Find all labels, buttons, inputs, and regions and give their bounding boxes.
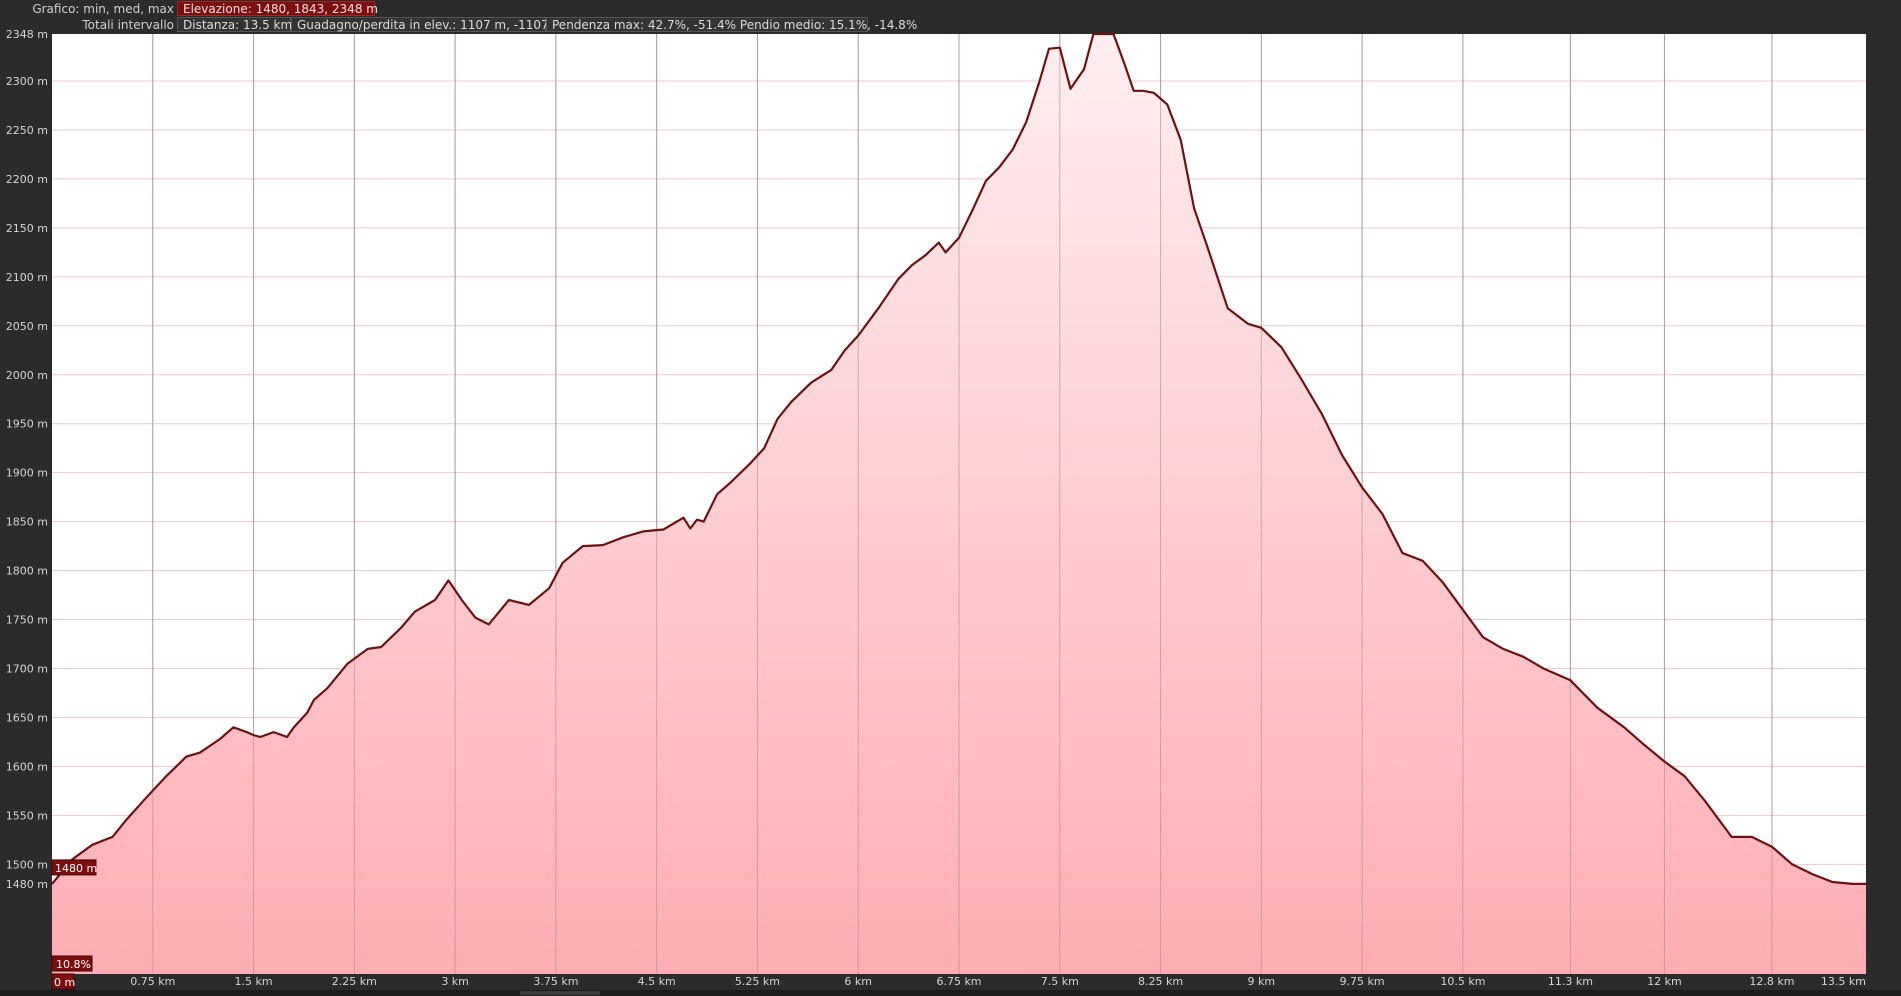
x-tick-label: 12.8 km [1749, 975, 1794, 988]
slope-badge: 10.8% [56, 958, 91, 971]
y-tick-label: 1850 m [6, 516, 48, 529]
y-tick-label: 1600 m [6, 760, 48, 773]
y-tick-label: 1650 m [6, 711, 48, 724]
x-tick-label: 9 km [1248, 975, 1276, 988]
y-tick-label: 2250 m [6, 124, 48, 137]
x-tick-label: 1.5 km [235, 975, 273, 988]
x-tick-label: 9.75 km [1340, 975, 1385, 988]
y-tick-label: 2200 m [6, 173, 48, 186]
distance-badge: 0 m [54, 976, 75, 989]
y-tick-label: 1480 m [6, 878, 48, 891]
x-axis-tick-labels: 0.75 km 1.5 km 2.25 km 3 km 3.75 km 4.5 km 5.2… [130, 975, 1866, 988]
x-tick-label: 11.3 km [1548, 975, 1593, 988]
scrollbar-thumb[interactable] [520, 991, 600, 995]
x-tick-label: 0.75 km [130, 975, 175, 988]
x-tick-label: 10.5 km [1440, 975, 1485, 988]
y-tick-label: 1800 m [6, 565, 48, 578]
y-tick-label: 1500 m [6, 858, 48, 871]
y-tick-label: 2000 m [6, 369, 48, 382]
x-tick-label: 6 km [844, 975, 872, 988]
x-tick-label: 3.75 km [533, 975, 578, 988]
x-tick-label: 12 km [1647, 975, 1682, 988]
y-tick-label: 2050 m [6, 320, 48, 333]
x-tick-label: 8.25 km [1138, 975, 1183, 988]
y-axis-tick-labels: 2348 m 2300 m 2250 m 2200 m 2150 m 2100 m 2050… [6, 28, 48, 891]
elevation-badge: 1480 m [55, 862, 97, 875]
y-tick-label: 1750 m [6, 614, 48, 627]
x-tick-label: 4.5 km [638, 975, 676, 988]
horizontal-scrollbar[interactable] [0, 990, 1901, 996]
x-tick-label: 5.25 km [735, 975, 780, 988]
y-tick-label: 2150 m [6, 222, 48, 235]
y-tick-label: 1550 m [6, 809, 48, 822]
y-tick-label: 1900 m [6, 467, 48, 480]
y-tick-label: 1950 m [6, 418, 48, 431]
x-tick-label: 13.5 km [1821, 975, 1866, 988]
elevation-profile-chart[interactable]: 2348 m 2300 m 2250 m 2200 m 2150 m 2100 m 2050… [0, 0, 1901, 996]
y-tick-label: 2100 m [6, 271, 48, 284]
x-tick-label: 2.25 km [332, 975, 377, 988]
y-tick-label: 2348 m [6, 28, 48, 41]
y-tick-label: 1700 m [6, 663, 48, 676]
x-tick-label: 7.5 km [1041, 975, 1079, 988]
y-tick-label: 2300 m [6, 75, 48, 88]
x-tick-label: 3 km [441, 975, 469, 988]
x-tick-label: 6.75 km [936, 975, 981, 988]
